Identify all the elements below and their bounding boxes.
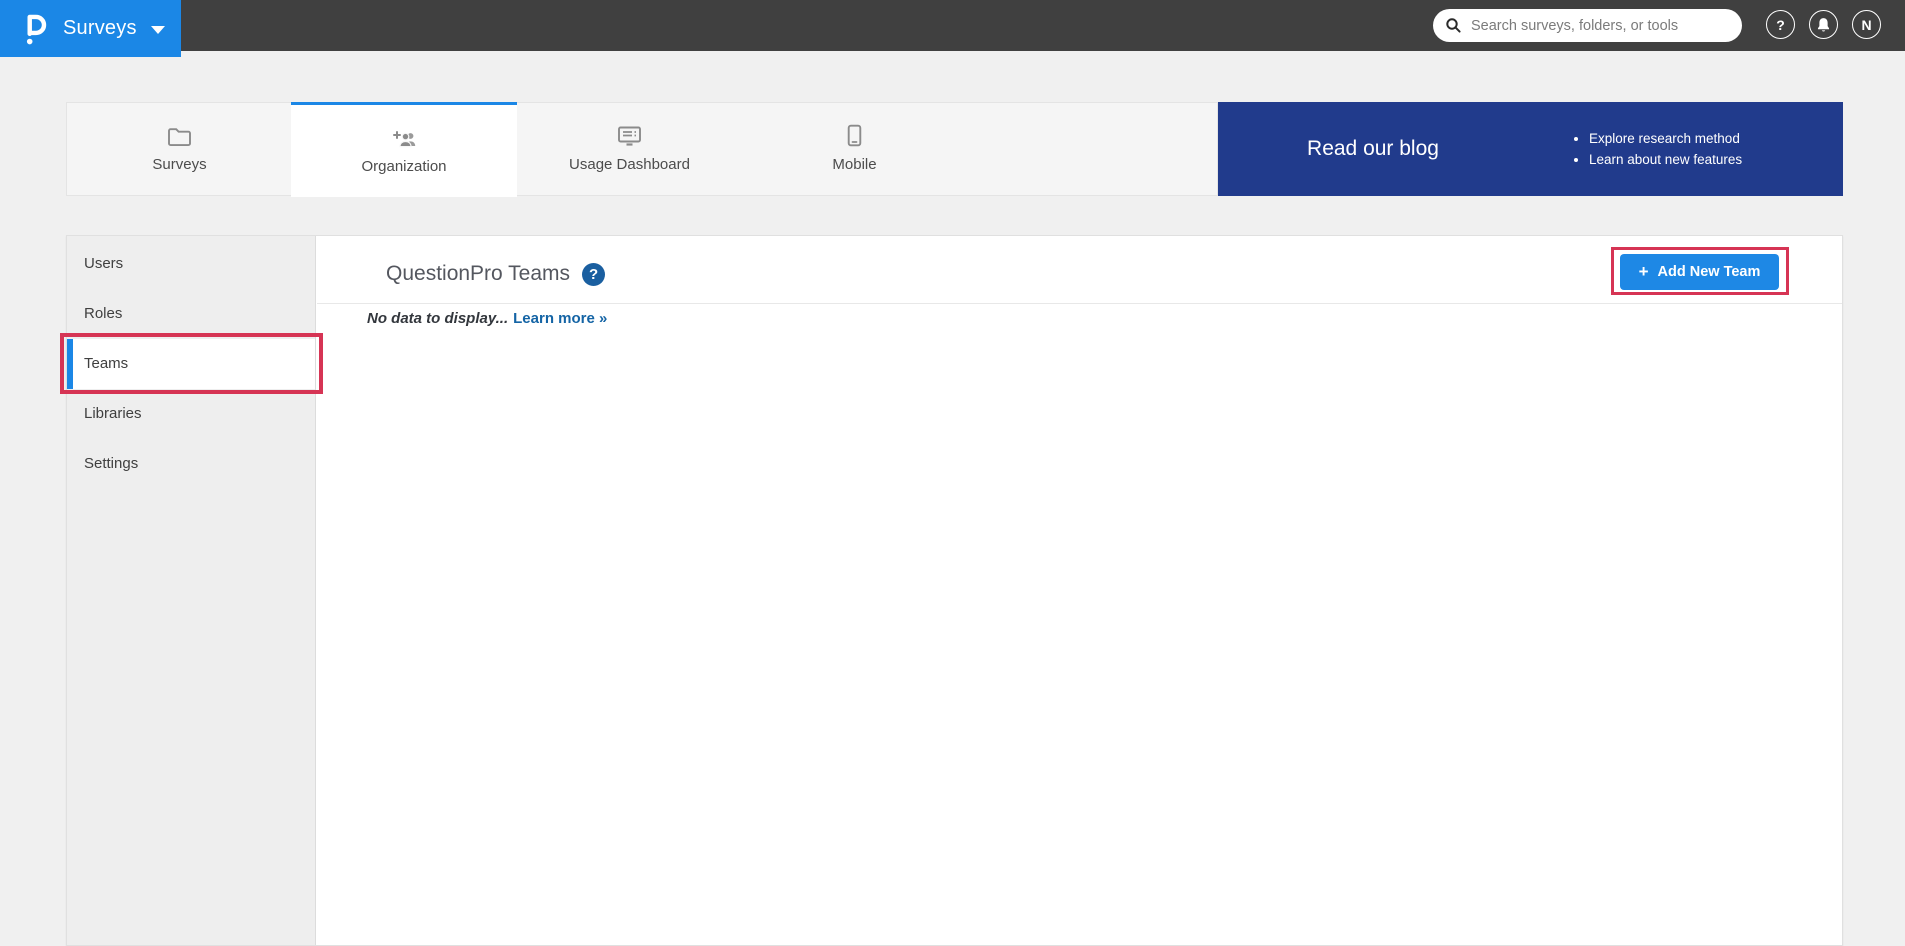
sidebar-item-users[interactable]: Users bbox=[67, 239, 315, 289]
help-button[interactable]: ? bbox=[1766, 10, 1795, 39]
tab-usage-dashboard[interactable]: Usage Dashboard bbox=[517, 103, 742, 195]
tab-label: Surveys bbox=[152, 156, 206, 173]
blog-banner-title[interactable]: Read our blog bbox=[1218, 137, 1528, 161]
tab-label: Usage Dashboard bbox=[569, 156, 690, 173]
page-title: QuestionPro Teams bbox=[386, 262, 570, 286]
add-new-team-label: Add New Team bbox=[1658, 264, 1761, 280]
teams-help-icon[interactable]: ? bbox=[582, 263, 605, 286]
sidebar-item-teams[interactable]: Teams bbox=[67, 339, 315, 389]
main-panel: QuestionPro Teams ? + Add New Team No da… bbox=[317, 236, 1842, 945]
sidebar-item-settings[interactable]: Settings bbox=[67, 439, 315, 489]
chevron-down-icon bbox=[151, 26, 165, 34]
global-search[interactable] bbox=[1433, 9, 1742, 42]
plus-icon: + bbox=[1639, 263, 1649, 280]
product-switcher[interactable]: Surveys bbox=[0, 0, 181, 57]
tab-mobile[interactable]: Mobile bbox=[742, 103, 967, 195]
blog-bullet: Learn about new features bbox=[1589, 152, 1742, 167]
avatar[interactable]: N bbox=[1852, 10, 1881, 39]
learn-more-link[interactable]: Learn more » bbox=[513, 310, 607, 327]
top-header: ? N bbox=[0, 0, 1905, 51]
add-new-team-button[interactable]: + Add New Team bbox=[1620, 254, 1779, 290]
search-input[interactable] bbox=[1471, 18, 1730, 34]
empty-state-text: No data to display... bbox=[367, 310, 508, 327]
blog-banner: Read our blog Explore research method Le… bbox=[1218, 102, 1843, 196]
group-add-icon bbox=[391, 127, 418, 149]
tab-label: Mobile bbox=[832, 156, 876, 173]
folder-icon bbox=[167, 125, 192, 147]
settings-sidebar: Users Roles Teams Libraries Settings bbox=[67, 236, 316, 945]
notifications-button[interactable] bbox=[1809, 10, 1838, 39]
tab-organization[interactable]: Organization bbox=[291, 102, 517, 197]
content-card: Users Roles Teams Libraries Settings Que… bbox=[66, 235, 1843, 946]
blog-banner-bullets: Explore research method Learn about new … bbox=[1573, 125, 1742, 173]
tab-label: Organization bbox=[361, 158, 446, 175]
tab-surveys[interactable]: Surveys bbox=[67, 103, 292, 195]
questionpro-logo-icon bbox=[22, 11, 49, 47]
dashboard-screen-icon bbox=[617, 125, 642, 147]
sidebar-item-libraries[interactable]: Libraries bbox=[67, 389, 315, 439]
header-divider bbox=[317, 303, 1842, 304]
search-icon bbox=[1445, 17, 1462, 34]
main-tab-bar: Surveys Organization Usage Dashboard bbox=[66, 102, 1218, 196]
smartphone-icon bbox=[847, 125, 862, 147]
product-label: Surveys bbox=[63, 17, 137, 40]
bell-icon bbox=[1816, 17, 1831, 33]
blog-bullet: Explore research method bbox=[1589, 131, 1742, 146]
sidebar-item-roles[interactable]: Roles bbox=[67, 289, 315, 339]
